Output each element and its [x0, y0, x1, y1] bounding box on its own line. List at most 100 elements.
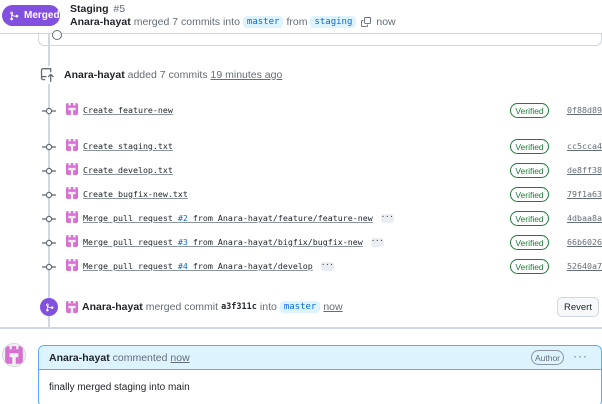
repo-push-icon — [40, 68, 54, 82]
verified-badge[interactable]: Verified — [510, 187, 549, 202]
commit-message-tail: from Anara-hayat/feature/feature-new — [187, 213, 373, 223]
avatar[interactable] — [66, 187, 78, 199]
identicon-icon — [3, 344, 25, 366]
timeline-divider — [0, 327, 602, 329]
commit-row: Merge pull request #4 from Anara-hayat/d… — [0, 256, 602, 278]
commit-sha-link[interactable]: de8ff38 — [567, 165, 602, 175]
identicon-icon — [66, 163, 78, 175]
commits-author-link[interactable]: Anara-hayat — [64, 69, 125, 81]
pr-title-line: Staging #5 — [70, 3, 125, 15]
verified-badge[interactable]: Verified — [510, 139, 549, 154]
avatar[interactable] — [66, 259, 78, 271]
commit-row: Merge pull request #3 from Anara-hayat/b… — [0, 232, 602, 254]
previous-timeline-item — [38, 30, 602, 46]
verified-badge[interactable]: Verified — [510, 211, 549, 226]
commit-sha-link[interactable]: cc5cca4 — [567, 141, 602, 151]
pr-author-link[interactable]: Anara-hayat — [70, 16, 131, 28]
git-commit-icon — [42, 107, 56, 115]
pr-title: Staging — [70, 3, 109, 15]
avatar[interactable] — [66, 103, 78, 115]
commit-row: Create bugfix-new.txt Verified 79f1a63 — [0, 184, 602, 206]
base-branch-label[interactable]: master — [242, 16, 284, 28]
expand-message-button[interactable]: ··· — [380, 214, 394, 223]
merged-status-badge: Merged — [2, 5, 60, 26]
commit-row: Create develop.txt Verified de8ff38 — [0, 160, 602, 182]
identicon-icon — [66, 103, 78, 115]
merge-event-badge — [40, 298, 58, 316]
pull-request-link[interactable]: #4 — [178, 261, 188, 271]
pr-number: #5 — [113, 3, 126, 15]
commit-sha-link[interactable]: 66b6026 — [567, 237, 602, 247]
head-branch-label[interactable]: staging — [310, 16, 357, 28]
comment-time-link[interactable]: now — [170, 352, 189, 364]
commit-message-text: Create develop.txt — [83, 165, 173, 175]
commit-message-text: Create bugfix-new.txt — [83, 189, 188, 199]
verified-badge[interactable]: Verified — [510, 103, 549, 118]
git-commit-icon — [42, 263, 56, 271]
avatar[interactable] — [66, 235, 78, 247]
commit-sha-link[interactable]: 52640a7 — [567, 261, 602, 271]
pr-sticky-header: Merged Staging #5 Anara-hayat merged 7 c… — [0, 0, 602, 34]
merge-commit-sha[interactable]: a3f311c — [221, 302, 257, 312]
identicon-icon — [66, 259, 78, 271]
git-commit-icon — [42, 143, 56, 151]
merge-author-link[interactable]: Anara-hayat — [82, 301, 143, 313]
pull-request-link[interactable]: #3 — [178, 237, 188, 247]
git-merge-icon — [10, 11, 19, 20]
commit-sha-link[interactable]: 4dbaa8a — [567, 213, 602, 223]
git-merge-icon — [45, 303, 53, 311]
commit-sha-link[interactable]: 0f88d89 — [567, 105, 602, 115]
kebab-menu-icon[interactable]: ··· — [573, 349, 588, 363]
copy-icon[interactable] — [361, 17, 372, 27]
commit-message-text: Create feature-new — [83, 105, 173, 115]
pull-request-link[interactable]: #2 — [178, 213, 188, 223]
verified-badge[interactable]: Verified — [510, 163, 549, 178]
commit-row: Merge pull request #2 from Anara-hayat/f… — [0, 208, 602, 230]
expand-message-button[interactable]: ··· — [320, 262, 334, 271]
expand-message-button[interactable]: ··· — [370, 238, 384, 247]
commit-message-link[interactable]: Create bugfix-new.txt — [83, 189, 188, 199]
comment-author-link[interactable]: Anara-hayat — [49, 352, 110, 364]
commit-message-text: Create staging.txt — [83, 141, 173, 151]
pr-merge-summary: Anara-hayat merged 7 commits into master… — [70, 16, 396, 28]
circle-icon — [52, 30, 62, 40]
commits-time-link[interactable]: 19 minutes ago — [211, 69, 283, 81]
commit-message-text: Merge pull request — [83, 261, 178, 271]
merge-action-text: merged commit — [145, 301, 219, 313]
merged-commits-text: merged 7 commits into — [133, 16, 240, 28]
avatar[interactable] — [66, 139, 78, 151]
commit-message-text: Merge pull request — [83, 213, 178, 223]
git-commit-icon — [42, 215, 56, 223]
identicon-icon — [66, 301, 78, 313]
identicon-icon — [66, 187, 78, 199]
commit-message-link[interactable]: Create develop.txt — [83, 165, 173, 175]
commit-message-tail: from Anara-hayat/bigfix/bugfix-new — [187, 237, 363, 247]
commit-message-link[interactable]: Merge pull request #4 from Anara-hayat/d… — [83, 261, 334, 271]
commit-message-link[interactable]: Create staging.txt — [83, 141, 173, 151]
commit-message-tail: from Anara-hayat/develop — [187, 261, 313, 271]
commit-message-link[interactable]: Create feature-new — [83, 105, 173, 115]
verified-badge[interactable]: Verified — [510, 259, 549, 274]
merge-into-text: into — [259, 301, 277, 313]
author-badge: Author — [531, 350, 564, 365]
avatar[interactable] — [66, 301, 78, 313]
avatar[interactable] — [66, 211, 78, 223]
verified-badge[interactable]: Verified — [510, 235, 549, 250]
identicon-icon — [66, 211, 78, 223]
commit-sha-link[interactable]: 79f1a63 — [567, 189, 602, 199]
revert-button[interactable]: Revert — [557, 297, 599, 317]
comment-header: Anara-hayat commented now Author ··· — [39, 346, 601, 370]
merge-time-link[interactable]: now — [323, 301, 342, 313]
commit-message-link[interactable]: Merge pull request #3 from Anara-hayat/b… — [83, 237, 384, 247]
git-commit-icon — [42, 191, 56, 199]
commit-row: Create staging.txt Verified cc5cca4 — [0, 136, 602, 158]
comment-avatar[interactable] — [2, 343, 26, 367]
commit-message-text: Merge pull request — [83, 237, 178, 247]
comment-body: finally merged staging into main — [49, 382, 190, 393]
merge-target-branch[interactable]: master — [279, 301, 321, 313]
commit-row: Create feature-new Verified 0f88d89 — [0, 100, 602, 122]
commit-message-link[interactable]: Merge pull request #2 from Anara-hayat/f… — [83, 213, 394, 223]
identicon-icon — [66, 235, 78, 247]
from-text: from — [286, 16, 308, 28]
avatar[interactable] — [66, 163, 78, 175]
